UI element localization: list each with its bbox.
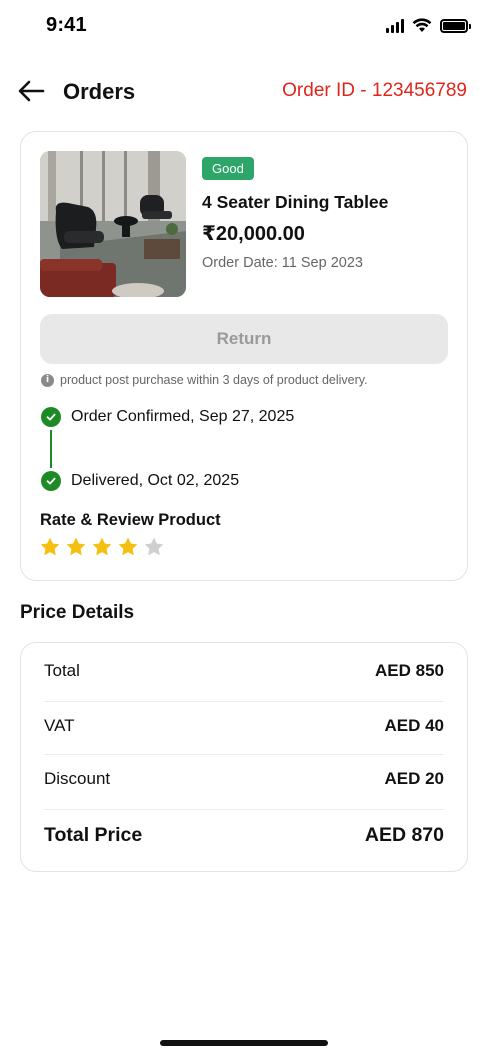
check-circle-icon [41,471,61,491]
star-filled-icon[interactable] [91,536,113,558]
status-icons [386,18,471,33]
timeline-connector [50,430,52,468]
timeline-step-label: Delivered, Oct 02, 2025 [71,472,240,489]
order-card: Good 4 Seater Dining Tablee ₹20,000.00 O… [20,131,468,581]
price-row-vat: VAT AED 40 [44,716,444,736]
price-row-total-price: Total Price AED 870 [44,824,444,847]
price-value: AED 40 [384,716,444,735]
divider [44,809,444,810]
status-time: 9:41 [46,14,87,36]
total-price-value: AED 870 [364,824,444,846]
price-row-total: Total AED 850 [44,661,444,681]
star-filled-icon[interactable] [65,536,87,558]
wifi-icon [412,18,432,32]
price-value: AED 850 [375,661,444,680]
arrow-left-icon [18,80,45,102]
product-image[interactable] [40,151,186,297]
cellular-signal-icon [386,18,404,33]
order-id: Order ID - 123456789 [282,80,467,101]
star-filled-icon[interactable] [39,536,61,558]
price-details-title: Price Details [20,602,135,623]
total-price-label: Total Price [44,824,143,846]
price-row-discount: Discount AED 20 [44,769,444,789]
price-label: VAT [44,716,75,735]
check-circle-icon [41,407,61,427]
product-price: ₹20,000.00 [202,223,305,245]
price-value: AED 20 [384,769,444,788]
order-date: Order Date: 11 Sep 2023 [202,255,363,271]
star-filled-icon[interactable] [117,536,139,558]
page-title: Orders [63,79,136,104]
divider [44,701,444,702]
product-name: 4 Seater Dining Tablee [202,192,389,212]
condition-badge: Good [202,157,254,180]
battery-icon [440,18,471,33]
status-bar: 9:41 [0,0,488,54]
price-label: Total [44,661,80,680]
return-info-text: product post purchase within 3 days of p… [60,373,368,387]
divider [44,754,444,755]
return-button[interactable]: Return [40,314,448,364]
timeline-step-delivered: Delivered, Oct 02, 2025 [41,471,239,491]
price-details-card: Total AED 850 VAT AED 40 Discount AED 20… [20,642,468,872]
rate-review-title: Rate & Review Product [40,511,221,529]
header: Orders Order ID - 123456789 [0,70,488,114]
back-button[interactable] [16,76,50,106]
timeline-step-label: Order Confirmed, Sep 27, 2025 [71,408,295,425]
star-rating[interactable] [39,536,165,558]
info-icon: i [41,373,54,387]
price-label: Discount [44,769,111,788]
return-info-note: i product post purchase within 3 days of… [41,373,368,387]
home-indicator[interactable] [160,1040,328,1046]
star-empty-icon[interactable] [143,536,165,558]
timeline-step-confirmed: Order Confirmed, Sep 27, 2025 [41,407,294,427]
